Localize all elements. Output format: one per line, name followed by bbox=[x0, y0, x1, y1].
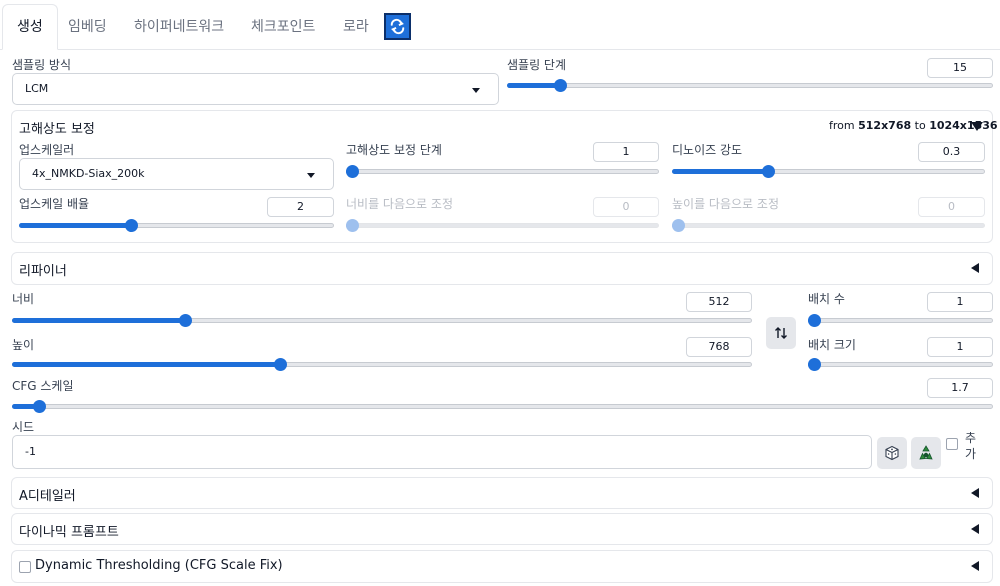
random-seed-button[interactable] bbox=[877, 437, 907, 469]
collapse-left-icon[interactable] bbox=[971, 561, 979, 571]
resize-height-input[interactable]: 0 bbox=[918, 197, 985, 217]
extra-seed-checkbox[interactable] bbox=[946, 438, 958, 450]
reuse-seed-button[interactable] bbox=[911, 437, 941, 469]
tab-generate[interactable]: 생성 bbox=[2, 4, 58, 50]
upscale-by-input[interactable]: 2 bbox=[267, 197, 334, 217]
tab-checkpoint[interactable]: 체크포인트 bbox=[251, 8, 315, 46]
seed-label: 시드 bbox=[12, 420, 35, 434]
tab-embedding[interactable]: 임베딩 bbox=[68, 8, 107, 46]
batch-count-label: 배치 수 bbox=[808, 292, 845, 306]
adetailer-panel[interactable] bbox=[11, 477, 993, 509]
resize-height-slider[interactable] bbox=[672, 218, 985, 232]
dynamic-thresholding-title[interactable]: Dynamic Thresholding (CFG Scale Fix) bbox=[35, 558, 283, 573]
batch-size-label: 배치 크기 bbox=[808, 338, 856, 352]
height-slider[interactable] bbox=[12, 357, 752, 371]
resize-height-label: 높이를 다음으로 조정 bbox=[672, 197, 779, 211]
adetailer-title[interactable]: A디테일러 bbox=[19, 485, 76, 504]
swap-dimensions-button[interactable] bbox=[766, 317, 796, 349]
upscaler-dropdown[interactable]: 4x_NMKD-Siax_200k bbox=[19, 158, 334, 190]
upscale-by-slider[interactable] bbox=[19, 218, 334, 232]
seed-input[interactable]: -1 bbox=[12, 435, 872, 469]
dice-icon bbox=[885, 445, 899, 461]
upscaler-label: 업스케일러 bbox=[19, 143, 75, 157]
recycle-icon bbox=[919, 445, 933, 460]
swap-arrows-icon bbox=[775, 327, 787, 339]
width-slider[interactable] bbox=[12, 313, 752, 327]
width-input[interactable]: 512 bbox=[686, 292, 752, 312]
collapse-left-icon[interactable] bbox=[971, 488, 979, 498]
sampling-method-label: 샘플링 방식 bbox=[12, 58, 72, 72]
extra-seed-label-2: 가 bbox=[965, 447, 977, 461]
seed-value: -1 bbox=[25, 445, 36, 458]
dynamic-thresholding-checkbox[interactable] bbox=[19, 561, 31, 573]
resize-width-slider[interactable] bbox=[346, 218, 659, 232]
dynamic-prompts-panel[interactable] bbox=[11, 513, 993, 545]
cfg-scale-input[interactable]: 1.7 bbox=[927, 378, 993, 398]
refresh-button[interactable] bbox=[384, 13, 411, 40]
denoise-input[interactable]: 0.3 bbox=[918, 142, 985, 162]
upscaler-value: 4x_NMKD-Siax_200k bbox=[32, 167, 145, 180]
height-label: 높이 bbox=[12, 338, 35, 352]
collapse-left-icon[interactable] bbox=[971, 524, 979, 534]
upscale-by-label: 업스케일 배율 bbox=[19, 197, 90, 211]
sampling-steps-label: 샘플링 단계 bbox=[507, 58, 567, 72]
sampling-method-dropdown[interactable]: LCM bbox=[12, 73, 499, 105]
batch-size-slider[interactable] bbox=[808, 357, 993, 371]
extra-seed-label-1: 추 bbox=[965, 431, 977, 445]
resize-width-label: 너비를 다음으로 조정 bbox=[346, 197, 453, 211]
cfg-scale-slider[interactable] bbox=[12, 399, 993, 413]
denoise-label: 디노이즈 강도 bbox=[672, 143, 743, 157]
resize-width-input[interactable]: 0 bbox=[593, 197, 659, 217]
chevron-down-icon bbox=[307, 173, 315, 178]
tab-hypernetwork[interactable]: 하이퍼네트워크 bbox=[134, 8, 224, 46]
hires-steps-input[interactable]: 1 bbox=[593, 142, 659, 162]
height-input[interactable]: 768 bbox=[686, 337, 752, 357]
collapse-left-icon[interactable] bbox=[971, 263, 979, 273]
collapse-down-icon[interactable] bbox=[971, 122, 983, 131]
tab-lora[interactable]: 로라 bbox=[343, 8, 369, 46]
dynamic-prompts-title[interactable]: 다이나믹 프롬프트 bbox=[19, 521, 119, 540]
refiner-panel[interactable] bbox=[11, 252, 993, 285]
denoise-slider[interactable] bbox=[672, 164, 985, 178]
batch-size-input[interactable]: 1 bbox=[927, 337, 993, 357]
sampling-steps-input[interactable]: 15 bbox=[927, 58, 993, 78]
refresh-icon bbox=[390, 18, 405, 35]
sampling-steps-slider[interactable] bbox=[507, 78, 993, 92]
batch-count-input[interactable]: 1 bbox=[927, 292, 993, 312]
hires-steps-slider[interactable] bbox=[346, 164, 659, 178]
cfg-scale-label: CFG 스케일 bbox=[12, 379, 74, 393]
sampling-method-value: LCM bbox=[25, 82, 49, 95]
hires-fix-title[interactable]: 고해상도 보정 bbox=[19, 118, 95, 137]
hires-steps-label: 고해상도 보정 단계 bbox=[346, 143, 442, 157]
tab-bar: 생성 임베딩 하이퍼네트워크 체크포인트 로라 bbox=[0, 0, 1000, 50]
refiner-title[interactable]: 리파이너 bbox=[19, 260, 67, 279]
batch-count-slider[interactable] bbox=[808, 313, 993, 327]
chevron-down-icon bbox=[472, 88, 480, 93]
width-label: 너비 bbox=[12, 292, 35, 306]
